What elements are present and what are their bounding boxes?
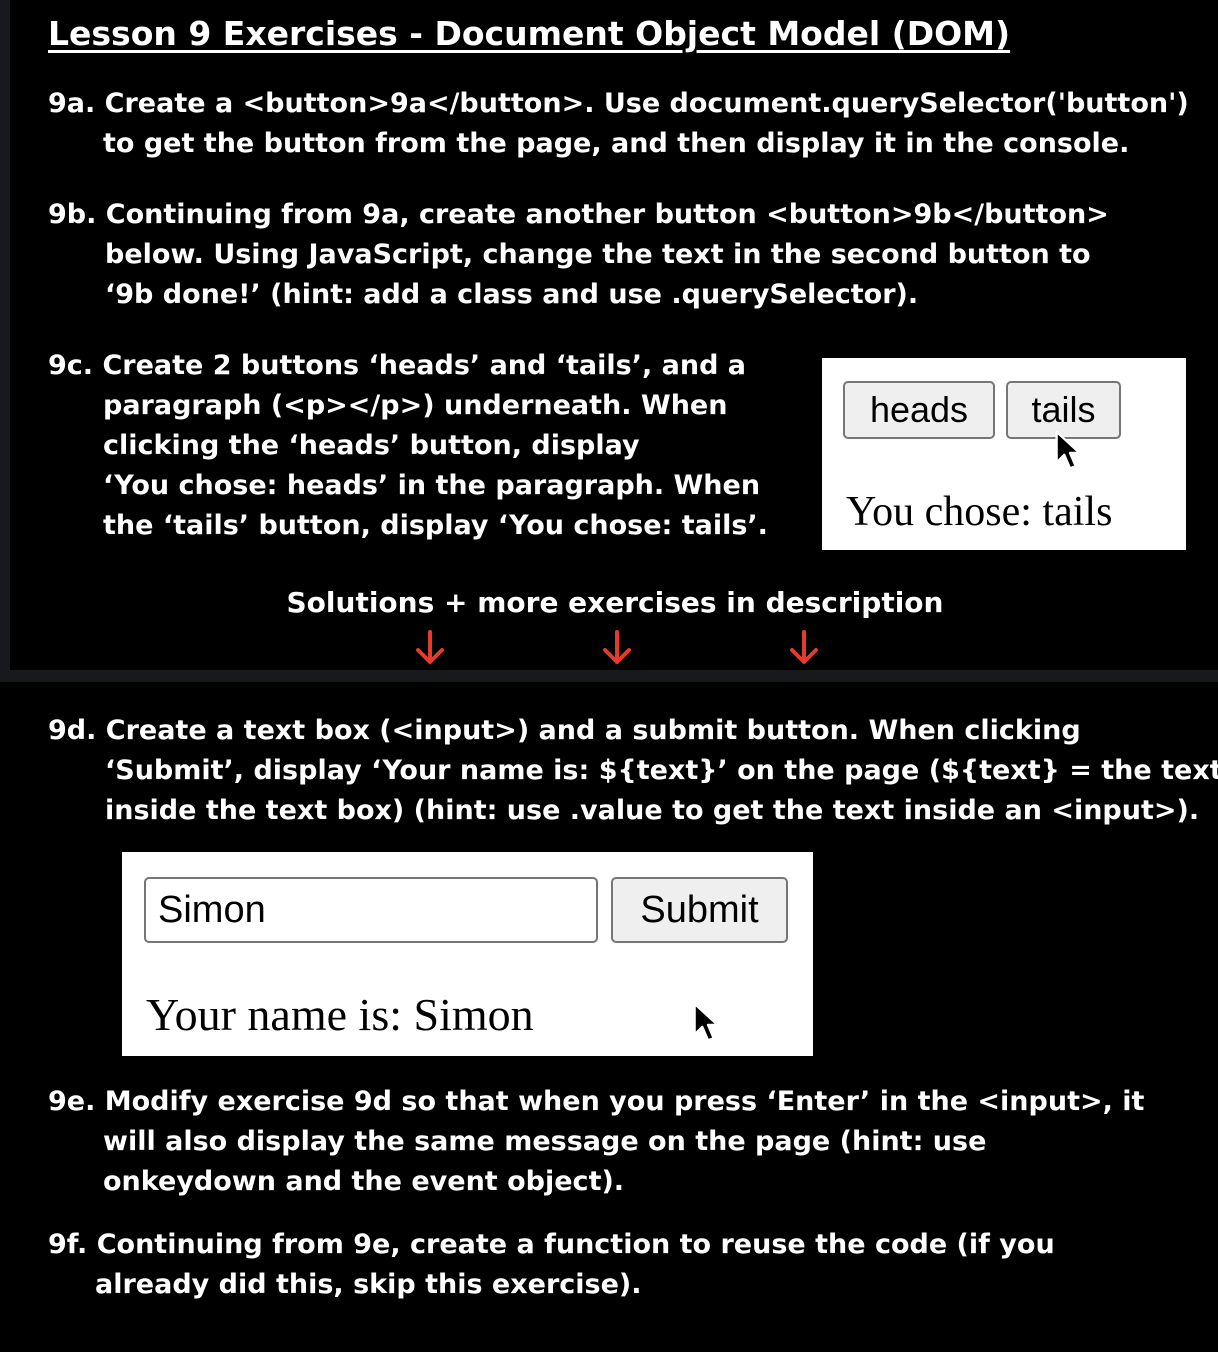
- exercise-9b-line-1: 9b. Continuing from 9a, create another b…: [48, 199, 1109, 230]
- exercise-9c: 9c. Create 2 buttons ‘heads’ and ‘tails’…: [48, 346, 768, 546]
- exercise-9f-line-1: 9f. Continuing from 9e, create a functio…: [48, 1229, 1055, 1260]
- exercise-9d-line-2: ‘Submit’, display ‘Your name is: ${text}…: [105, 755, 1218, 786]
- name-demo-preview: Simon Submit Your name is: Simon: [122, 852, 813, 1056]
- exercise-9e-line-3: onkeydown and the event object).: [103, 1166, 625, 1197]
- coin-result-paragraph: You chose: tails: [846, 489, 1113, 535]
- exercise-9f: 9f. Continuing from 9e, create a functio…: [48, 1225, 1055, 1305]
- exercise-9d-line-3: inside the text box) (hint: use .value t…: [105, 795, 1200, 826]
- name-input[interactable]: Simon: [144, 877, 598, 943]
- coin-demo-preview: heads tails You chose: tails: [822, 358, 1186, 550]
- submit-button[interactable]: Submit: [611, 877, 788, 943]
- exercise-9e: 9e. Modify exercise 9d so that when you …: [48, 1082, 1144, 1202]
- exercise-9b-line-2: below. Using JavaScript, change the text…: [105, 239, 1091, 270]
- cursor-arrow-icon: [1055, 430, 1081, 470]
- exercise-9a: 9a. Create a <button>9a</button>. Use do…: [48, 84, 1189, 164]
- cursor-arrow-icon: [693, 1002, 719, 1042]
- section-divider: [0, 670, 1218, 682]
- exercise-9e-line-2: will also display the same message on th…: [103, 1126, 987, 1157]
- down-arrow-icon: [416, 630, 444, 664]
- exercise-9c-line-3: clicking the ‘heads’ button, display: [103, 430, 640, 461]
- exercise-9c-line-4: ‘You chose: heads’ in the paragraph. Whe…: [103, 470, 761, 501]
- exercise-9d-line-1: 9d. Create a text box (<input>) and a su…: [48, 715, 1081, 746]
- exercise-9c-line-2: paragraph (<p></p>) underneath. When: [103, 390, 728, 421]
- exercise-9b: 9b. Continuing from 9a, create another b…: [48, 195, 1109, 315]
- down-arrow-icon: [603, 630, 631, 664]
- exercise-9a-line-1: 9a. Create a <button>9a</button>. Use do…: [48, 88, 1189, 119]
- exercise-9a-line-2: to get the button from the page, and the…: [103, 128, 1130, 159]
- exercise-9c-line-1: 9c. Create 2 buttons ‘heads’ and ‘tails’…: [48, 350, 747, 381]
- heads-button[interactable]: heads: [843, 381, 995, 439]
- exercise-9b-line-3: ‘9b done!’ (hint: add a class and use .q…: [105, 279, 919, 310]
- panel-border: [0, 0, 10, 670]
- solutions-note: Solutions + more exercises in descriptio…: [286, 586, 944, 619]
- exercise-9f-line-2: already did this, skip this exercise).: [95, 1269, 642, 1300]
- name-result-paragraph: Your name is: Simon: [146, 989, 534, 1040]
- exercise-9e-line-1: 9e. Modify exercise 9d so that when you …: [48, 1086, 1145, 1117]
- down-arrow-icon: [790, 630, 818, 664]
- exercise-9d: 9d. Create a text box (<input>) and a su…: [48, 711, 1218, 831]
- exercise-9c-line-5: the ‘tails’ button, display ‘You chose: …: [103, 510, 768, 541]
- page-title: Lesson 9 Exercises - Document Object Mod…: [48, 14, 1011, 53]
